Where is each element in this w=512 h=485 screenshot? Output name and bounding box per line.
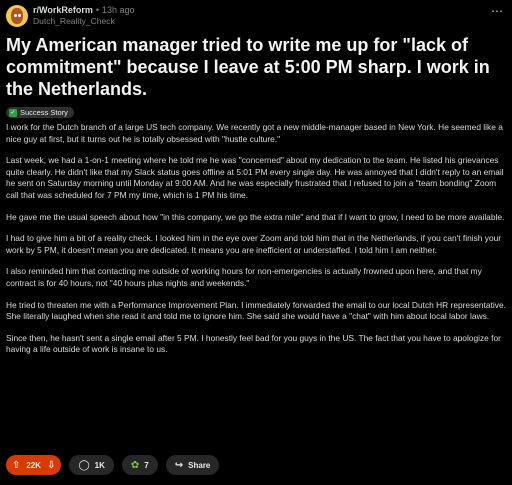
post-card: r/WorkReform • 13h ago Dutch_Reality_Che…: [0, 0, 512, 485]
post-header: r/WorkReform • 13h ago Dutch_Reality_Che…: [6, 5, 506, 31]
subreddit-avatar[interactable]: [6, 5, 28, 27]
share-label: Share: [188, 460, 211, 470]
post-paragraph: I also reminded him that contacting me o…: [6, 266, 482, 288]
meta-separator: •: [95, 5, 100, 15]
subreddit-link[interactable]: r/WorkReform: [33, 5, 93, 16]
upvote-icon[interactable]: ⇧: [12, 460, 20, 471]
vote-pill: ⇧ 22K ⇩: [6, 455, 62, 475]
vote-count: 22K: [26, 460, 42, 470]
comments-button[interactable]: ◯ 1K: [69, 455, 114, 475]
award-icon: ✿: [130, 459, 140, 471]
avatar-eye-right: [18, 14, 21, 17]
check-icon: ✓: [9, 108, 17, 117]
downvote-icon[interactable]: ⇩: [47, 460, 55, 471]
flair-label: Success Story: [20, 108, 68, 117]
post-paragraph: Since then, he hasn't sent a single emai…: [6, 332, 501, 355]
comment-count: 1K: [94, 460, 105, 470]
post-paragraph: He gave me the usual speech about how "i…: [6, 211, 505, 222]
post-body: I work for the Dutch branch of a large U…: [6, 122, 506, 356]
action-bar: ⇧ 22K ⇩ ◯ 1K ✿ 7 ↪ Share: [6, 455, 220, 475]
post-meta: r/WorkReform • 13h ago Dutch_Reality_Che…: [33, 5, 135, 27]
avatar-eye-left: [14, 14, 17, 17]
post-flair[interactable]: ✓ Success Story: [6, 107, 74, 118]
share-button[interactable]: ↪ Share: [165, 455, 220, 475]
post-paragraph: I work for the Dutch branch of a large U…: [6, 122, 503, 144]
award-count: 7: [144, 460, 149, 470]
post-title: My American manager tried to write me up…: [6, 35, 490, 99]
ellipsis-icon[interactable]: ⋯: [491, 4, 504, 18]
post-age: 13h ago: [102, 5, 135, 15]
author-username[interactable]: Dutch_Reality_Check: [33, 16, 135, 27]
comment-icon: ◯: [78, 459, 90, 471]
awards-button[interactable]: ✿ 7: [121, 455, 158, 475]
share-icon: ↪: [174, 459, 184, 471]
avatar-face: [11, 8, 23, 24]
post-paragraph: Last week, we had a 1-on-1 meeting where…: [6, 155, 504, 200]
post-paragraph: He tried to threaten me with a Performan…: [6, 299, 506, 322]
post-paragraph: I had to give him a bit of a reality che…: [6, 233, 502, 255]
